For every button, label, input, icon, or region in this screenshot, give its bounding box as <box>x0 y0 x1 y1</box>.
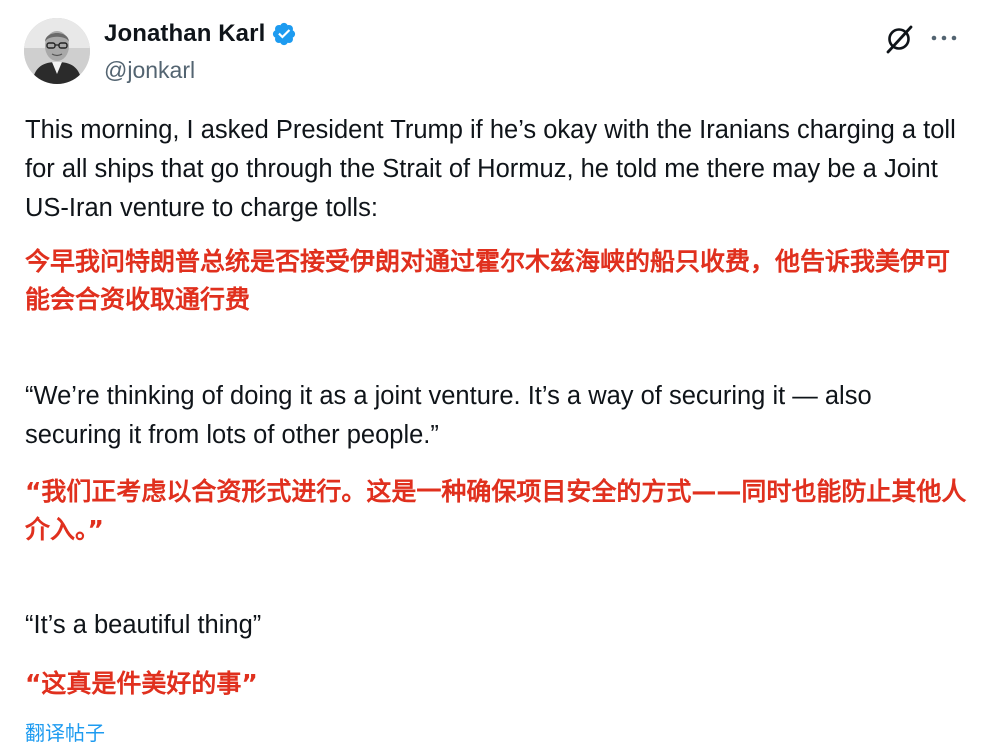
author-handle[interactable]: @jonkarl <box>104 57 195 84</box>
avatar-image <box>24 18 90 84</box>
verified-badge-icon[interactable] <box>271 21 297 47</box>
post-paragraph-3-english: “It’s a beautiful thing” <box>25 611 262 639</box>
author-name-row: Jonathan Karl <box>104 20 297 48</box>
more-dots-icon[interactable] <box>928 24 960 52</box>
post-paragraph-1-chinese-annotation: 今早我问特朗普总统是否接受伊朗对通过霍尔木兹海峡的船只收费，他告诉我美伊可能会合… <box>25 247 951 314</box>
post-paragraph-2-chinese-annotation: “我们正考虑以合资形式进行。这是一种确保项目安全的方式——同时也能防止其他人介入… <box>25 477 967 544</box>
tweet-card: Jonathan Karl @jonkarl This morning, I a… <box>0 0 984 752</box>
grok-slash-icon[interactable] <box>882 22 916 56</box>
translate-post-link[interactable]: 翻译帖子 <box>25 717 105 746</box>
post-paragraph-2-english: “We’re thinking of doing it as a joint v… <box>25 382 872 449</box>
post-paragraph-1-english: This morning, I asked President Trump if… <box>25 116 956 222</box>
author-display-name[interactable]: Jonathan Karl <box>104 20 265 48</box>
avatar[interactable] <box>24 18 90 84</box>
post-paragraph-3-chinese-annotation: “这真是件美好的事” <box>25 669 258 698</box>
